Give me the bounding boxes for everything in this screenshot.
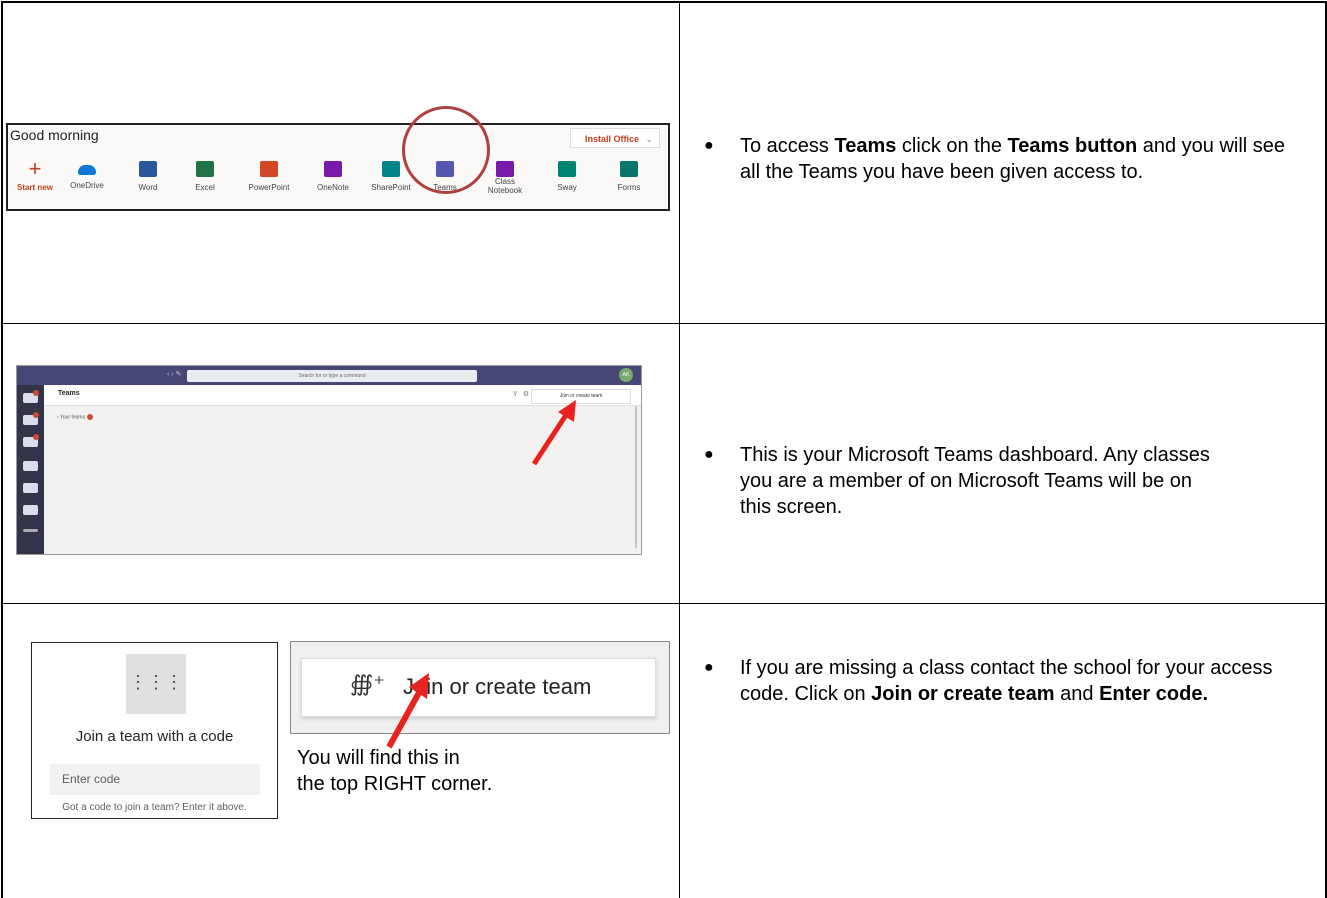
notification-badge	[33, 390, 39, 396]
assignments-icon[interactable]	[23, 461, 38, 471]
instruction-3-bold-code: Enter code.	[1099, 683, 1208, 705]
your-teams-label: Your teams	[59, 414, 86, 421]
onedrive-icon	[78, 165, 96, 175]
team-tile: ⋮⋮⋮	[126, 654, 186, 714]
app-label: OneNote	[316, 183, 350, 192]
teams-app-rail	[17, 385, 44, 554]
add-team-icon: ∰⁺	[350, 671, 385, 696]
excel-icon	[196, 161, 214, 177]
notification-badge	[87, 414, 94, 420]
teams-title-bar: ‹ › ✎ Search for or type a command AK	[17, 366, 641, 385]
app-label: PowerPoint	[248, 183, 290, 192]
gear-icon[interactable]: ⚙	[523, 390, 529, 398]
instruction-3-bold-join: Join or create team	[871, 683, 1055, 705]
app-onenote[interactable]: OneNote	[306, 161, 360, 192]
instruction-1-prefix: To access	[740, 135, 835, 157]
notification-badge	[33, 434, 39, 440]
office-apps-strip: Good morning Install Office ⌄ + Start new…	[6, 123, 670, 211]
calls-icon[interactable]	[23, 483, 38, 493]
enter-code-input[interactable]: Enter code	[50, 764, 260, 795]
column-divider	[679, 1, 680, 898]
location-note-line-2: the top RIGHT corner.	[297, 773, 493, 795]
app-label: SharePoint	[371, 183, 411, 192]
your-teams-section[interactable]: › Your teams	[57, 414, 94, 421]
app-label: Excel	[195, 183, 215, 192]
instruction-2: ● This is your Microsoft Teams dashboard…	[704, 442, 1304, 520]
app-sway[interactable]: Sway	[540, 161, 594, 192]
table-border-top	[1, 1, 1327, 3]
sway-icon	[558, 161, 576, 177]
teams-search-bar[interactable]: Search for or type a command	[187, 370, 477, 382]
install-office-label: Install Office	[585, 134, 640, 144]
filter-icon[interactable]: γ	[514, 390, 518, 397]
more-apps-icon[interactable]	[23, 529, 38, 532]
app-label: Sway	[557, 183, 577, 192]
app-label: Start new	[16, 183, 53, 192]
sharepoint-icon	[382, 161, 400, 177]
join-or-create-team-button-large[interactable]: ∰⁺ Join or create team	[301, 658, 656, 717]
instruction-2-text: This is your Microsoft Teams dashboard. …	[740, 444, 1210, 518]
app-excel[interactable]: Excel	[178, 161, 232, 192]
app-word[interactable]: Word	[121, 161, 175, 192]
app-forms[interactable]: Forms	[602, 161, 656, 192]
red-arrow-join	[386, 673, 429, 749]
avatar[interactable]: AK	[619, 368, 633, 382]
app-onedrive[interactable]: OneDrive	[60, 161, 114, 190]
row-divider-1	[1, 323, 1327, 324]
back-forward-icon[interactable]: ‹ › ✎	[167, 370, 181, 378]
row-divider-2	[1, 603, 1327, 604]
notification-badge	[33, 412, 39, 418]
scrollbar[interactable]	[635, 406, 637, 548]
forms-icon	[620, 161, 638, 177]
join-button-zoom: ∰⁺ Join or create team	[290, 641, 670, 734]
instruction-3: ● If you are missing a class contact the…	[704, 655, 1304, 707]
instruction-1-middle: click on the	[896, 135, 1008, 157]
location-note-line-1: You will find this in	[297, 747, 460, 769]
word-icon	[139, 161, 157, 177]
bullet-icon: ●	[704, 446, 714, 463]
join-with-code-card: ⋮⋮⋮ Join a team with a code Enter code G…	[31, 642, 278, 819]
greeting: Good morning	[10, 127, 99, 143]
app-start-new[interactable]: + Start new	[8, 156, 62, 193]
table-border-left	[1, 1, 3, 898]
instruction-3-middle: and	[1054, 683, 1100, 705]
join-code-heading: Join a team with a code	[75, 728, 234, 745]
app-label: OneDrive	[70, 181, 104, 190]
powerpoint-icon	[260, 161, 278, 177]
red-arrow-teams	[531, 400, 576, 466]
instruction-1-bold-button: Teams button	[1007, 135, 1138, 157]
instruction-1: ● To access Teams click on the Teams but…	[704, 133, 1304, 185]
plus-icon: +	[28, 156, 42, 181]
teams-page-title: Teams	[58, 390, 80, 397]
bullet-icon: ●	[704, 659, 714, 676]
app-powerpoint[interactable]: PowerPoint	[242, 161, 296, 192]
app-label: Forms	[617, 183, 641, 192]
people-icon: ⋮⋮⋮	[129, 672, 183, 692]
app-label: Class Notebook	[487, 177, 523, 195]
chevron-down-icon: ⌄	[645, 134, 653, 144]
class-notebook-icon	[496, 161, 514, 177]
onenote-icon	[324, 161, 342, 177]
highlight-circle	[402, 106, 490, 194]
app-label: Word	[138, 183, 158, 192]
files-icon[interactable]	[23, 505, 38, 515]
join-code-help-text: Got a code to join a team? Enter it abov…	[62, 802, 247, 813]
instruction-1-bold-teams: Teams	[834, 135, 897, 157]
bullet-icon: ●	[704, 137, 714, 154]
install-office-button[interactable]: Install Office ⌄	[570, 128, 660, 148]
